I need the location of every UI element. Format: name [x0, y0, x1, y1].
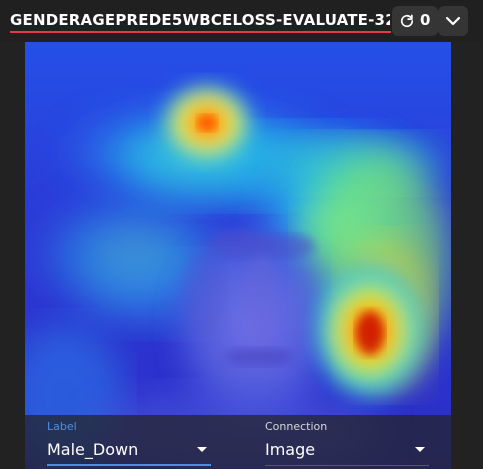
title-underline [10, 31, 391, 33]
refresh-icon [400, 14, 414, 28]
connection-select-underline [265, 465, 429, 466]
label-caption: Label [47, 420, 77, 433]
label-select-value: Male_Down [47, 440, 139, 459]
label-select[interactable]: Male_Down [47, 436, 211, 466]
heatmap-image [25, 42, 451, 469]
window-root: GENDERAGEPREDE5WBCELOSS-EVALUATE-32B 0 L… [0, 0, 483, 469]
connection-select[interactable]: Image [265, 436, 429, 466]
connection-caption: Connection [265, 420, 328, 433]
header-bar: GENDERAGEPREDE5WBCELOSS-EVALUATE-32B 0 [0, 0, 483, 42]
counter-value: 0 [420, 11, 431, 29]
connection-select-value: Image [265, 440, 316, 459]
dropdown-arrow-icon [197, 447, 207, 452]
heatmap-panel [25, 42, 451, 469]
dropdown-arrow-icon [415, 447, 425, 452]
page-title: GENDERAGEPREDE5WBCELOSS-EVALUATE-32B [10, 11, 390, 29]
refresh-counter-button[interactable]: 0 [392, 6, 438, 36]
expand-button[interactable] [438, 6, 468, 36]
chevron-down-icon [445, 16, 461, 26]
label-select-underline [47, 464, 211, 466]
